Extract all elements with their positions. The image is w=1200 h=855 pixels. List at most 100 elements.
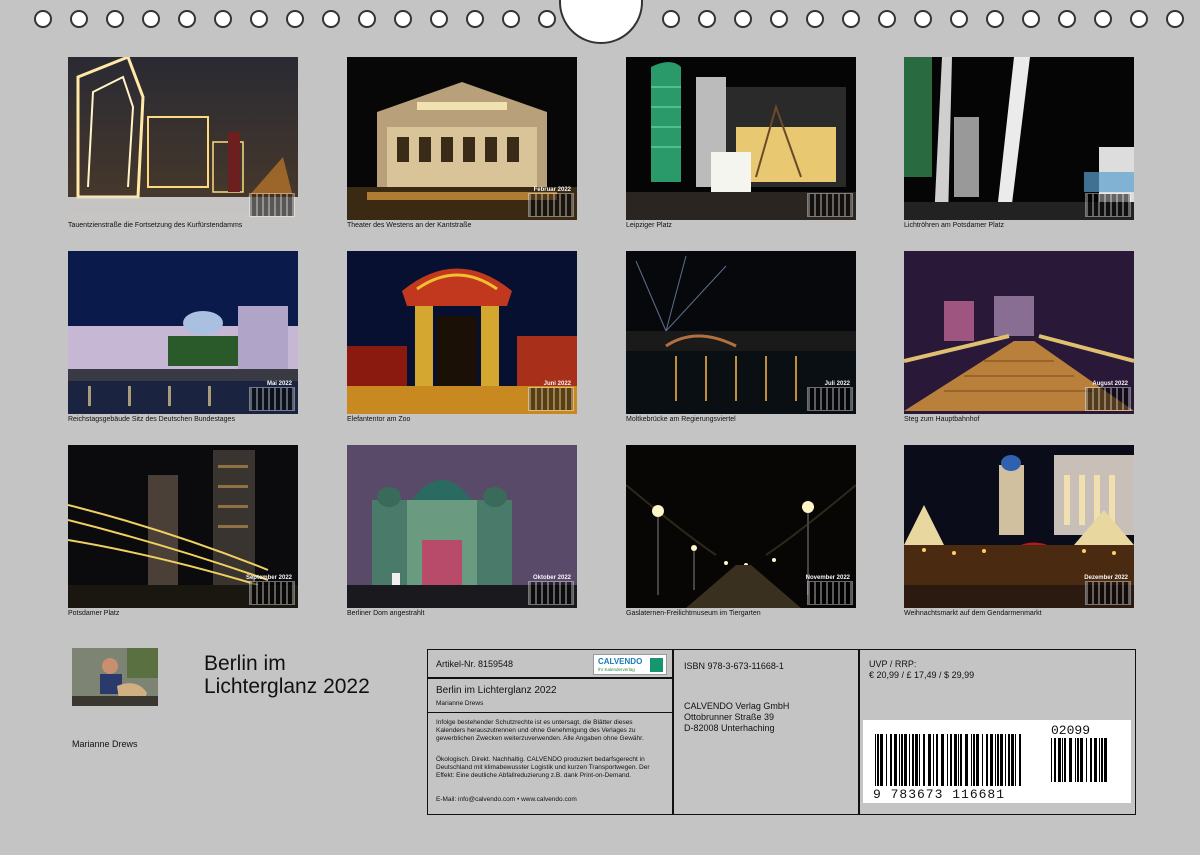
photo-tauentzienstrasse <box>68 57 298 220</box>
thumbnail-october: Oktober 2022 Berliner Dom angestrahlt <box>347 445 577 617</box>
thumbnail-april: Lichtröhren am Potsdamer Platz <box>904 57 1134 229</box>
binding-ring <box>430 10 448 28</box>
binding-ring <box>986 10 1004 28</box>
legal-notice: Infolge bestehender Schutzrechte ist es … <box>436 719 644 742</box>
barcode-bar <box>1054 738 1056 782</box>
month-label: November 2022 <box>805 575 850 581</box>
logo-text: CALVENDO <box>598 657 643 666</box>
month-label: Oktober 2022 <box>532 575 571 581</box>
photo-caption: Potsdamer Platz <box>68 610 120 617</box>
mini-calendar <box>249 581 295 605</box>
binding-ring <box>1022 10 1040 28</box>
photo-theater-des-westens: Februar 2022 <box>347 57 577 220</box>
photo-potsdamer-platz: September 2022 <box>68 445 298 608</box>
mini-calendar <box>807 387 853 411</box>
ean-number: 9 783673 116681 <box>873 787 1006 802</box>
barcode-bar <box>947 734 948 786</box>
calendar-title: Berlin im Lichterglanz 2022 <box>204 652 370 698</box>
thumbnail-november: November 2022 Gaslaternen-Freilichtmuseu… <box>626 445 856 617</box>
barcode-bar <box>1075 738 1076 782</box>
month-label: Juli 2022 <box>824 381 850 387</box>
barcode-bar <box>1104 738 1107 782</box>
binding-ring <box>770 10 788 28</box>
barcode-bar <box>899 734 900 786</box>
barcode-bar <box>971 734 972 786</box>
author-photo <box>72 648 158 706</box>
isbn: ISBN 978-3-673-11668-1 <box>684 661 784 671</box>
barcode-bar <box>877 734 879 786</box>
photo-caption: Weihnachtsmarkt auf dem Gendarmenmarkt <box>904 610 1042 617</box>
binding-ring <box>1166 10 1184 28</box>
photo-steg-hauptbahnhof: August 2022 <box>904 251 1134 414</box>
barcode-bar <box>928 734 931 786</box>
thumbnail-may: Mai 2022 Reichstagsgebäude Sitz des Deut… <box>68 251 298 423</box>
binding-ring <box>358 10 376 28</box>
mini-calendar <box>807 193 853 217</box>
barcode-bar <box>1099 738 1100 782</box>
binding-ring <box>698 10 716 28</box>
publisher-name: CALVENDO Verlag GmbH <box>684 701 790 711</box>
binding-ring <box>322 10 340 28</box>
binding-ring <box>1094 10 1112 28</box>
photo-moltkebruecke: Juli 2022 <box>626 251 856 414</box>
binding-ring <box>214 10 232 28</box>
binding-ring <box>806 10 824 28</box>
publisher-city: D-82008 Unterhaching <box>684 723 775 733</box>
barcode-bar <box>1086 738 1087 782</box>
binding-ring <box>734 10 752 28</box>
photo-caption: Leipziger Platz <box>626 222 672 229</box>
photo-caption: Elefantentor am Zoo <box>347 416 411 423</box>
barcode-bar <box>1005 734 1006 786</box>
mini-calendar <box>1085 581 1131 605</box>
mini-calendar <box>528 387 574 411</box>
photo-caption: Reichstagsgebäude Sitz des Deutschen Bun… <box>68 416 235 423</box>
logo-subtext: Ihr Kalenderverlag <box>598 667 635 672</box>
barcode-bar <box>875 734 876 786</box>
photo-leipziger-platz <box>626 57 856 220</box>
barcode-bar <box>976 734 979 786</box>
mini-calendar <box>1085 387 1131 411</box>
binding-ring <box>466 10 484 28</box>
barcode-bar <box>915 734 918 786</box>
photo-caption: Tauentzienstraße die Fortsetzung des Kur… <box>68 222 243 229</box>
barcode-bar <box>982 734 983 786</box>
barcode-bar <box>997 734 999 786</box>
month-label: Februar 2022 <box>533 187 571 193</box>
thumbnail-july: Juli 2022 Moltkebrücke am Regierungsvier… <box>626 251 856 423</box>
binding-ring <box>878 10 896 28</box>
barcode-bar <box>890 734 892 786</box>
hanger-hole <box>559 0 643 44</box>
barcode-bar <box>1000 734 1003 786</box>
barcode-bar <box>960 734 962 786</box>
thumbnail-february: Februar 2022 Theater des Westens an der … <box>347 57 577 229</box>
photo-caption: Lichtröhren am Potsdamer Platz <box>904 222 1004 229</box>
barcode-bar <box>941 734 944 786</box>
title-line-2: Lichterglanz 2022 <box>204 675 370 698</box>
month-label: Dezember 2022 <box>1084 575 1128 581</box>
barcode: 02099 9 783673 116681 <box>863 720 1131 803</box>
barcode-bar <box>958 734 959 786</box>
publisher-address: CALVENDO Verlag GmbH Ottobrunner Straße … <box>684 701 789 734</box>
thumbnail-march: Leipziger Platz <box>626 57 856 229</box>
barcode-bar <box>886 734 887 786</box>
barcode-bar <box>973 734 975 786</box>
binding-ring <box>106 10 124 28</box>
barcode-bar <box>1077 738 1079 782</box>
binding-ring <box>142 10 160 28</box>
binding-ring <box>950 10 968 28</box>
barcode-bar <box>1101 738 1103 782</box>
photo-caption: Theater des Westens an der Kantstraße <box>347 222 472 229</box>
barcode-bar <box>954 734 957 786</box>
mini-calendar <box>528 193 574 217</box>
binding-ring <box>502 10 520 28</box>
binding-ring <box>914 10 932 28</box>
price-values: € 20,99 / £ 17,49 / $ 29,99 <box>869 670 975 680</box>
product-author: Marianne Drews <box>436 700 484 707</box>
barcode-bar <box>901 734 903 786</box>
addon-barcode <box>1051 738 1107 782</box>
barcode-bar <box>1051 738 1052 782</box>
barcode-bar <box>986 734 988 786</box>
price-info: UVP / RRP: € 20,99 / £ 17,49 / $ 29,99 <box>869 659 974 681</box>
binding-ring <box>286 10 304 28</box>
barcode-bar <box>894 734 897 786</box>
